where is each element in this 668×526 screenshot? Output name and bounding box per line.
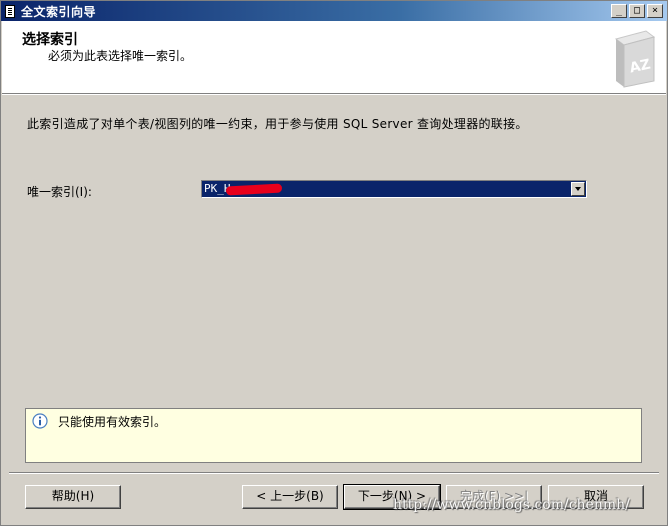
window-controls: _ □ × (609, 4, 663, 18)
back-button[interactable]: < 上一步(B) (242, 485, 338, 509)
title-bar[interactable]: 全文索引向导 _ □ × (1, 1, 667, 21)
unique-index-dropdown[interactable]: PK_H (201, 180, 587, 198)
page-title: 选择索引 (22, 32, 78, 48)
window-title: 全文索引向导 (21, 4, 97, 19)
close-button[interactable]: × (647, 4, 663, 18)
info-message: 只能使用有效索引。 (58, 415, 167, 429)
unique-index-label: 唯一索引(I): (27, 185, 92, 199)
description-text: 此索引造成了对单个表/视图列的唯一约束，用于参与使用 SQL Server 查询… (27, 117, 528, 131)
maximize-button[interactable]: □ (629, 4, 645, 18)
app-document-icon (5, 4, 15, 18)
header-divider (2, 94, 666, 95)
page-subtitle: 必须为此表选择唯一索引。 (48, 49, 193, 63)
book-az-icon: AZ (614, 30, 656, 88)
button-divider (9, 472, 659, 474)
info-panel: 只能使用有效索引。 (25, 408, 642, 463)
dropdown-arrow-icon[interactable] (571, 182, 585, 196)
wizard-window: 全文索引向导 _ □ × 选择索引 必须为此表选择唯一索引。 AZ 此索引造成了… (0, 0, 668, 526)
info-icon (32, 413, 48, 429)
minimize-button[interactable]: _ (611, 4, 627, 18)
watermark-text: http://www.cnblogs.com/chenmh/ (393, 497, 630, 513)
redaction-mark (225, 183, 283, 196)
wizard-header: 选择索引 必须为此表选择唯一索引。 AZ (2, 21, 666, 94)
help-button[interactable]: 帮助(H) (25, 485, 121, 509)
